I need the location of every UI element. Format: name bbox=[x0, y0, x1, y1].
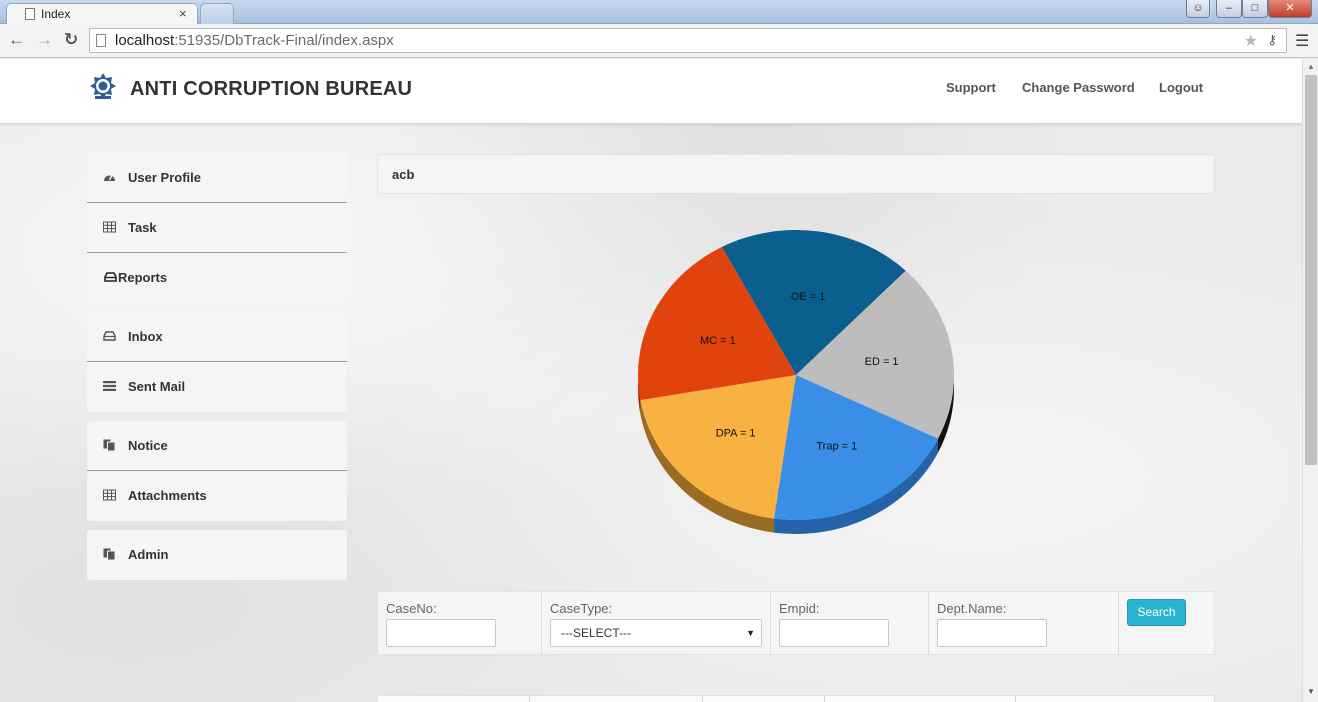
sidebar-item-sent-mail[interactable]: Sent Mail bbox=[87, 362, 347, 412]
caseno-input[interactable] bbox=[386, 619, 496, 647]
sidebar-item-label: Sent Mail bbox=[128, 379, 186, 394]
casetype-select[interactable]: ---SELECT--- ▼ bbox=[550, 619, 762, 647]
sidebar-group: Notice Attachments bbox=[87, 421, 347, 521]
dashboard-icon bbox=[104, 174, 115, 181]
bookmark-star-icon[interactable]: ★ bbox=[1244, 31, 1258, 51]
nav-change-password-link[interactable]: Change Password bbox=[1022, 80, 1135, 95]
sidebar-item-label: Admin bbox=[128, 547, 169, 562]
casetype-selected-value: ---SELECT--- bbox=[561, 626, 631, 640]
page-icon bbox=[96, 34, 106, 47]
browser-menu-icon[interactable]: ☰ bbox=[1295, 31, 1309, 51]
table-column-divider bbox=[702, 696, 703, 702]
content-title-panel: acb bbox=[377, 154, 1215, 194]
browser-toolbar: ← → ↻ localhost:51935/DbTrack-Final/inde… bbox=[0, 24, 1318, 58]
empid-input[interactable] bbox=[779, 619, 889, 647]
inbox-tray-icon bbox=[104, 272, 117, 282]
copy-icon bbox=[103, 439, 116, 451]
sidebar-group: Admin bbox=[87, 530, 347, 580]
user-profile-window-button[interactable]: ☺ bbox=[1186, 0, 1210, 18]
sidebar-item-label: Notice bbox=[128, 438, 168, 453]
case-type-pie-chart: OE = 1 ED = 1 Trap = 1 DPA = 1 MC = 1 bbox=[638, 230, 954, 534]
forward-arrow-icon[interactable]: → bbox=[36, 30, 53, 50]
sidebar-item-notice[interactable]: Notice bbox=[87, 421, 347, 471]
results-table-header bbox=[377, 695, 1215, 702]
sidebar-item-label: User Profile bbox=[128, 170, 201, 185]
sidebar-item-reports[interactable]: Reports bbox=[87, 253, 347, 303]
empid-cell: Empid: bbox=[771, 592, 929, 654]
caseno-label: CaseNo: bbox=[386, 601, 437, 616]
browser-tab[interactable]: Index × bbox=[6, 3, 198, 25]
sidebar-item-attachments[interactable]: Attachments bbox=[87, 471, 347, 521]
casetype-cell: CaseType: ---SELECT--- ▼ bbox=[542, 592, 771, 654]
pie-slice-dpa-1[interactable] bbox=[640, 375, 796, 519]
panel-title: acb bbox=[392, 167, 415, 182]
empid-label: Empid: bbox=[779, 601, 820, 616]
sidebar-item-task[interactable]: Task bbox=[87, 203, 347, 253]
tab-title: Index bbox=[41, 7, 71, 21]
key-icon[interactable]: ⚷ bbox=[1267, 32, 1277, 48]
search-filter-row: CaseNo: CaseType: ---SELECT--- ▼ Empid: … bbox=[377, 591, 1215, 655]
copy-icon bbox=[103, 548, 116, 560]
page-icon bbox=[25, 8, 35, 20]
maximize-button[interactable]: □ bbox=[1242, 0, 1268, 18]
acb-emblem-icon bbox=[90, 73, 116, 99]
sidebar-item-user-profile[interactable]: User Profile bbox=[87, 153, 347, 203]
reload-icon[interactable]: ↻ bbox=[64, 30, 78, 50]
table-column-divider bbox=[1015, 696, 1016, 702]
close-window-button[interactable]: ✕ bbox=[1268, 0, 1312, 18]
table-icon bbox=[103, 221, 116, 233]
sidebar-item-label: Inbox bbox=[128, 329, 163, 344]
pie-label-mc-1: MC = 1 bbox=[700, 335, 736, 347]
dropdown-arrow-icon: ▼ bbox=[746, 628, 755, 638]
sidebar-item-label: Reports bbox=[118, 270, 168, 285]
page-scrollbar[interactable]: ▲ ▼ bbox=[1302, 59, 1318, 702]
nav-logout-link[interactable]: Logout bbox=[1159, 80, 1203, 95]
search-button[interactable]: Search bbox=[1127, 599, 1186, 626]
pie-label-trap-1: Trap = 1 bbox=[816, 440, 857, 452]
casetype-label: CaseType: bbox=[550, 601, 613, 616]
sidebar-item-label: Task bbox=[128, 220, 157, 235]
url-host: localhost:51935/DbTrack-Final/index.aspx bbox=[115, 32, 394, 49]
nav-support-link[interactable]: Support bbox=[946, 80, 996, 95]
page-viewport: ANTI CORRUPTION BUREAU Support Change Pa… bbox=[0, 59, 1302, 702]
address-bar[interactable]: localhost:51935/DbTrack-Final/index.aspx… bbox=[89, 28, 1287, 53]
tab-close-icon[interactable]: × bbox=[179, 6, 187, 21]
back-arrow-icon[interactable]: ← bbox=[8, 30, 25, 50]
dept-label: Dept.Name: bbox=[937, 601, 1007, 616]
pie-label-oe-1: OE = 1 bbox=[791, 291, 826, 303]
pie-slices bbox=[638, 230, 954, 520]
table-column-divider bbox=[824, 696, 825, 702]
scroll-down-arrow-icon[interactable]: ▼ bbox=[1307, 687, 1315, 696]
scroll-up-arrow-icon[interactable]: ▲ bbox=[1307, 62, 1315, 71]
search-button-cell: Search bbox=[1119, 592, 1214, 654]
pie-label-dpa-1: DPA = 1 bbox=[716, 427, 756, 439]
site-header: ANTI CORRUPTION BUREAU Support Change Pa… bbox=[0, 59, 1302, 124]
sidebar-group: User Profile Task Reports bbox=[87, 153, 347, 303]
brand-title: ANTI CORRUPTION BUREAU bbox=[130, 78, 413, 100]
sidebar-group: Inbox Sent Mail bbox=[87, 312, 347, 412]
url-path: :51935/DbTrack-Final/index.aspx bbox=[174, 32, 394, 49]
dept-name-input[interactable] bbox=[937, 619, 1047, 647]
dept-cell: Dept.Name: bbox=[929, 592, 1119, 654]
minimize-button[interactable]: ‒ bbox=[1216, 0, 1242, 18]
sidebar-item-label: Attachments bbox=[128, 488, 207, 503]
table-column-divider bbox=[529, 696, 530, 702]
list-icon bbox=[103, 381, 116, 391]
caseno-cell: CaseNo: bbox=[378, 592, 542, 654]
pie-label-ed-1: ED = 1 bbox=[865, 356, 899, 368]
new-tab-button[interactable] bbox=[200, 3, 234, 25]
sidebar-item-admin[interactable]: Admin bbox=[87, 530, 347, 580]
browser-tab-bar: Index × ☺ ‒ □ ✕ bbox=[0, 0, 1318, 25]
table-icon bbox=[103, 489, 116, 501]
sidebar-item-inbox[interactable]: Inbox bbox=[87, 312, 347, 362]
inbox-tray-icon bbox=[103, 331, 116, 341]
scroll-thumb[interactable] bbox=[1305, 75, 1317, 465]
